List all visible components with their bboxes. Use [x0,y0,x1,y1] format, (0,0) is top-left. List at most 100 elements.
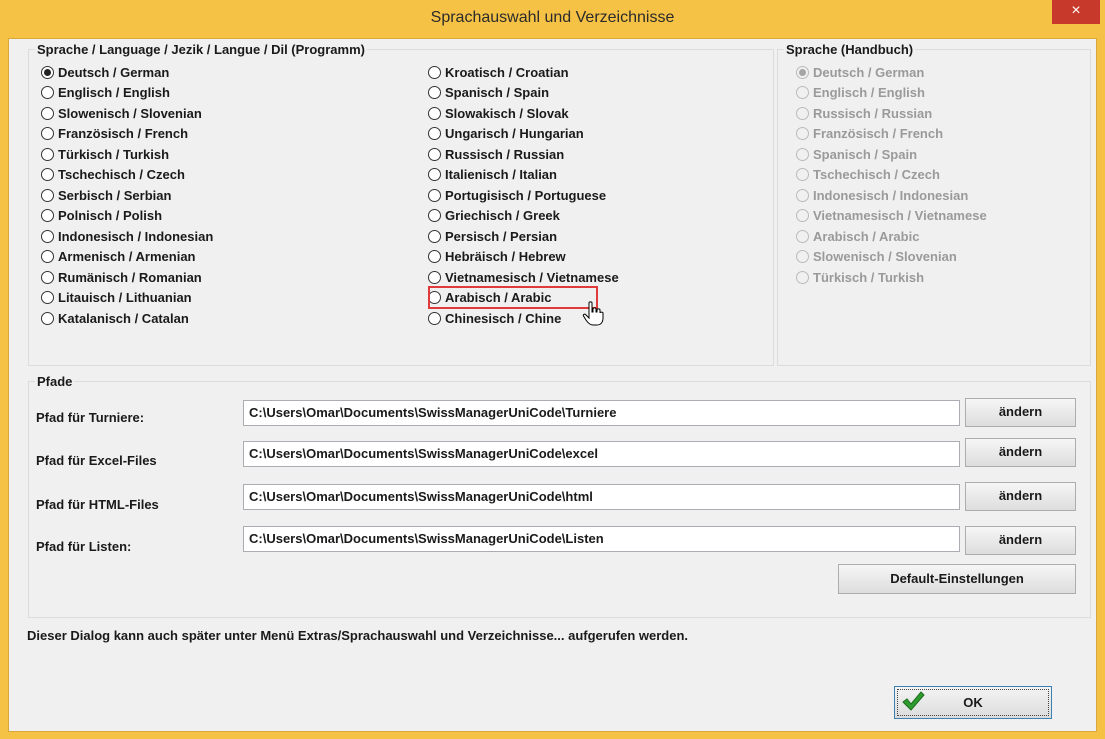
radio-label: Katalanisch / Catalan [58,310,189,326]
radio-option[interactable]: Persisch / Persian [428,227,557,245]
radio-label: Kroatisch / Croatian [445,64,569,80]
radio-label: Litauisch / Lithuanian [58,290,192,305]
radio-label: Tschechisch / Czech [813,167,940,182]
radio-option[interactable]: Armenisch / Armenian [41,248,196,266]
radio-option[interactable]: Französisch / French [41,125,188,143]
radio-option: Deutsch / German [796,63,924,81]
radio-circle-icon[interactable] [41,127,54,140]
change-path-excel-button[interactable]: ändern [965,438,1076,467]
radio-option[interactable]: Englisch / English [41,84,170,102]
radio-circle-icon[interactable] [428,168,441,181]
radio-option[interactable]: Griechisch / Greek [428,207,560,225]
dialog-client: Sprache / Language / Jezik / Langue / Di… [8,38,1097,732]
radio-label: Englisch / English [58,85,170,100]
radio-label: Ungarisch / Hungarian [445,126,584,141]
radio-option[interactable]: Katalanisch / Catalan [41,309,189,327]
radio-option[interactable]: Chinesisch / Chine [428,309,561,327]
radio-label: Arabisch / Arabic [813,228,920,244]
radio-circle-icon[interactable] [428,229,441,243]
radio-label: Russisch / Russian [813,105,933,121]
radio-option[interactable]: Hebräisch / Hebrew [428,248,566,266]
radio-circle-icon[interactable] [41,311,54,325]
path-listen-input[interactable]: C:\Users\Omar\Documents\SwissManagerUniC… [243,526,960,552]
radio-option[interactable]: Rumänisch / Romanian [41,268,202,286]
radio-option: Spanisch / Spain [796,145,917,163]
radio-circle-icon[interactable] [428,106,441,120]
radio-circle-icon[interactable] [428,147,441,161]
radio-option: Französisch / French [796,125,943,143]
radio-circle-icon[interactable] [41,229,54,243]
radio-circle-icon[interactable] [41,270,54,284]
radio-circle-icon[interactable] [41,147,54,161]
radio-circle-icon[interactable] [428,86,441,99]
radio-label: Chinesisch / Chine [445,310,562,326]
radio-label: Türkisch / Turkish [813,269,925,285]
radio-label: Vietnamesisch / Vietnamese [813,208,987,223]
radio-circle-icon[interactable] [41,291,54,304]
radio-circle-icon[interactable] [41,106,54,120]
radio-label: Armenisch / Armenian [58,249,196,264]
radio-circle-icon[interactable] [428,270,441,284]
ok-label: OK [963,695,983,710]
radio-circle-icon [796,65,809,79]
radio-option[interactable]: Russisch / Russian [428,145,564,163]
radio-circle-icon[interactable] [41,86,54,99]
title-bar[interactable]: Sprachauswahl und Verzeichnisse × [0,0,1105,38]
radio-circle-icon[interactable] [41,188,54,202]
radio-option[interactable]: Slowakisch / Slovak [428,104,569,122]
path-html-input[interactable]: C:\Users\Omar\Documents\SwissManagerUniC… [243,484,960,510]
radio-option[interactable]: Serbisch / Serbian [41,186,171,204]
radio-circle-icon[interactable] [41,250,54,263]
radio-label: Rumänisch / Romanian [58,269,202,285]
manual-language-legend: Sprache (Handbuch) [786,42,914,57]
radio-option[interactable]: Litauisch / Lithuanian [41,289,192,307]
radio-label: Slowenisch / Slovenian [813,249,957,264]
path-label: Pfad für Turniere: [36,410,145,425]
radio-option[interactable]: Tschechisch / Czech [41,166,185,184]
path-turniere-input[interactable]: C:\Users\Omar\Documents\SwissManagerUniC… [243,400,960,426]
default-settings-button[interactable]: Default-Einstellungen [838,564,1076,594]
change-path-listen-button[interactable]: ändern [965,526,1076,555]
change-path-turniere-button[interactable]: ändern [965,398,1076,427]
paths-legend: Pfade [37,374,73,389]
radio-option[interactable]: Italienisch / Italian [428,166,557,184]
radio-option: Türkisch / Turkish [796,268,924,286]
radio-circle-icon[interactable] [41,209,54,222]
radio-option[interactable]: Ungarisch / Hungarian [428,125,584,143]
dialog-window: Sprachauswahl und Verzeichnisse × Sprach… [0,0,1105,739]
radio-circle-icon[interactable] [428,209,441,222]
radio-circle-icon[interactable] [428,127,441,140]
window-title: Sprachauswahl und Verzeichnisse [430,9,675,26]
radio-option: Tschechisch / Czech [796,166,940,184]
radio-option: Arabisch / Arabic [796,227,919,245]
radio-option[interactable]: Portugisisch / Portuguese [428,186,606,204]
radio-option[interactable]: Türkisch / Turkish [41,145,169,163]
radio-circle-icon[interactable] [41,65,54,79]
radio-option[interactable]: Vietnamesisch / Vietnamese [428,268,619,286]
info-text: Dieser Dialog kann auch später unter Men… [27,628,689,643]
radio-circle-icon[interactable] [41,168,54,181]
radio-option[interactable]: Indonesisch / Indonesian [41,227,213,245]
radio-circle-icon[interactable] [428,250,441,263]
radio-circle-icon[interactable] [428,311,441,325]
radio-option[interactable]: Spanisch / Spain [428,84,549,102]
radio-circle-icon [796,86,809,99]
radio-label: Tschechisch / Czech [58,167,185,182]
radio-label: Hebräisch / Hebrew [445,249,566,264]
change-path-html-button[interactable]: ändern [965,482,1076,511]
radio-label: Englisch / English [813,85,925,100]
radio-option: Vietnamesisch / Vietnamese [796,207,987,225]
close-button[interactable]: × [1052,0,1100,24]
radio-option[interactable]: Slowenisch / Slovenian [41,104,202,122]
radio-label: Spanisch / Spain [445,85,550,100]
radio-label: Indonesisch / Indonesian [58,228,214,244]
radio-option[interactable]: Deutsch / German [41,63,169,81]
radio-circle-icon[interactable] [428,188,441,202]
radio-label: Spanisch / Spain [813,146,918,162]
radio-circle-icon[interactable] [428,65,441,79]
radio-option[interactable]: Polnisch / Polish [41,207,162,225]
radio-label: Italienisch / Italian [445,167,557,182]
path-excel-input[interactable]: C:\Users\Omar\Documents\SwissManagerUniC… [243,441,960,467]
radio-option[interactable]: Kroatisch / Croatian [428,63,569,81]
ok-button[interactable]: OK [894,686,1052,719]
